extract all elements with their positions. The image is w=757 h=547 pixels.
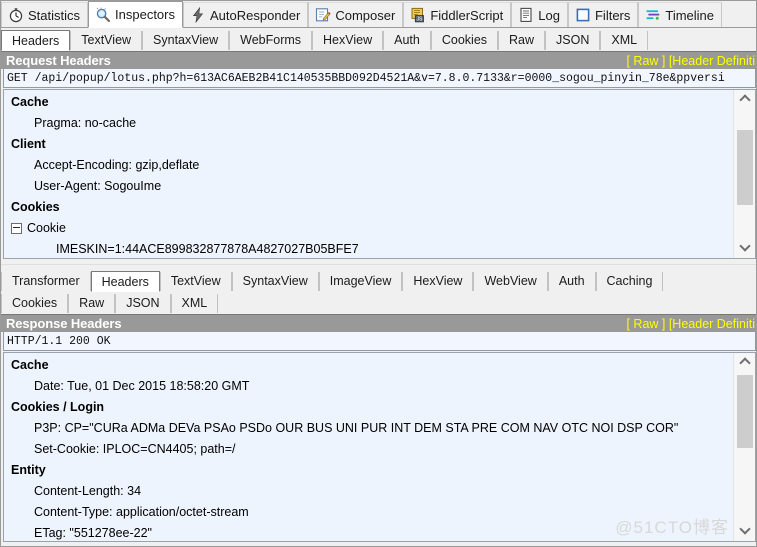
- magnifier-icon: [95, 7, 111, 23]
- header-row[interactable]: Cookie: [9, 218, 732, 239]
- header-row[interactable]: Set-Cookie: IPLOC=CN4405; path=/: [9, 439, 732, 460]
- response-tab-cookies[interactable]: Cookies: [1, 294, 68, 313]
- header-row[interactable]: IMESKIN=1:44ACE899832877878A4827027B05BF…: [9, 239, 732, 258]
- request-tab-auth[interactable]: Auth: [383, 31, 431, 50]
- main-tab-statistics[interactable]: Statistics: [1, 2, 88, 27]
- request-tab-cookies[interactable]: Cookies: [431, 31, 498, 50]
- panel-splitter[interactable]: [1, 263, 757, 268]
- request-tab-syntaxview[interactable]: SyntaxView: [142, 31, 229, 50]
- request-tab-headers[interactable]: Headers: [1, 30, 70, 51]
- main-tab-fiddlerscript[interactable]: JS FiddlerScript: [403, 2, 511, 27]
- response-status-text: HTTP/1.1 200 OK: [7, 335, 111, 348]
- main-tab-label: FiddlerScript: [430, 8, 503, 23]
- header-group-row[interactable]: Cookies: [9, 197, 732, 218]
- request-raw-headerdef-links[interactable]: [ Raw ] [Header Definiti: [626, 54, 755, 68]
- header-group-row[interactable]: Client: [9, 134, 732, 155]
- request-scrollbar-thumb[interactable]: [737, 130, 753, 205]
- request-scroll-up-button[interactable]: [734, 90, 756, 109]
- request-tab-json[interactable]: JSON: [545, 31, 600, 50]
- header-row[interactable]: User-Agent: SogouIme: [9, 176, 732, 197]
- header-row[interactable]: Date: Tue, 01 Dec 2015 18:58:20 GMT: [9, 376, 732, 397]
- request-scroll-down-button[interactable]: [734, 239, 756, 258]
- chevron-up-icon: [741, 95, 750, 104]
- main-tab-label: Filters: [595, 8, 630, 23]
- header-row[interactable]: Pragma: no-cache: [9, 113, 732, 134]
- response-status-field[interactable]: HTTP/1.1 200 OK: [3, 332, 756, 351]
- response-tab-raw[interactable]: Raw: [68, 294, 115, 313]
- main-tab-label: Inspectors: [115, 7, 175, 22]
- response-tab-json[interactable]: JSON: [115, 294, 170, 313]
- header-group-row[interactable]: Entity: [9, 460, 732, 481]
- main-tab-log[interactable]: Log: [511, 2, 568, 27]
- response-headers-band: Response Headers [ Raw ] [Header Definit…: [1, 314, 757, 332]
- header-row[interactable]: Accept-Encoding: gzip,deflate: [9, 155, 732, 176]
- header-row[interactable]: Content-Length: 34: [9, 481, 732, 502]
- main-tabstrip: Statistics Inspectors AutoResponder Compose…: [1, 1, 757, 28]
- lightning-bolt-icon: [190, 7, 206, 23]
- response-tab-headers[interactable]: Headers: [91, 271, 160, 292]
- response-tab-transformer[interactable]: Transformer: [1, 272, 91, 291]
- request-tab-raw[interactable]: Raw: [498, 31, 545, 50]
- main-tab-label: Composer: [335, 8, 395, 23]
- main-tab-filters[interactable]: Filters: [568, 2, 638, 27]
- header-group-row[interactable]: Cookies / Login: [9, 397, 732, 418]
- timeline-icon: [645, 7, 661, 23]
- response-tab-textview[interactable]: TextView: [160, 272, 232, 291]
- response-inspector-tabstrip-row2: CookiesRawJSONXML: [1, 291, 757, 313]
- main-tab-timeline[interactable]: Timeline: [638, 2, 722, 27]
- request-headers-tree[interactable]: CachePragma: no-cacheClientAccept-Encodi…: [3, 89, 756, 259]
- main-tab-composer[interactable]: Composer: [308, 2, 403, 27]
- response-tab-xml[interactable]: XML: [171, 294, 219, 313]
- svg-text:JS: JS: [417, 16, 424, 22]
- chevron-up-icon: [741, 358, 750, 367]
- response-headers-tree[interactable]: CacheDate: Tue, 01 Dec 2015 18:58:20 GMT…: [3, 352, 756, 542]
- compose-pencil-icon: [315, 7, 331, 23]
- main-tab-autoresponder[interactable]: AutoResponder: [183, 2, 308, 27]
- request-tab-xml[interactable]: XML: [600, 31, 648, 50]
- main-tab-label: Timeline: [665, 8, 714, 23]
- chevron-down-icon: [741, 527, 750, 536]
- response-scroll-up-button[interactable]: [734, 353, 756, 372]
- chevron-down-icon: [741, 244, 750, 253]
- filter-square-icon: [575, 7, 591, 23]
- request-tab-hexview[interactable]: HexView: [312, 31, 383, 50]
- collapse-expander-icon[interactable]: [11, 223, 22, 234]
- stopwatch-icon: [8, 7, 24, 23]
- main-tab-inspectors[interactable]: Inspectors: [88, 1, 183, 28]
- response-tab-auth[interactable]: Auth: [548, 272, 596, 291]
- header-row[interactable]: P3P: CP="CURa ADMa DEVa PSAo PSDo OUR BU…: [9, 418, 732, 439]
- request-vertical-scrollbar[interactable]: [733, 90, 755, 258]
- request-tab-textview[interactable]: TextView: [70, 31, 142, 50]
- request-tab-webforms[interactable]: WebForms: [229, 31, 312, 50]
- header-row[interactable]: ETag: "551278ee-22": [9, 523, 732, 541]
- request-line-field[interactable]: GET /api/popup/lotus.php?h=613AC6AEB2B41…: [3, 69, 756, 88]
- response-tab-syntaxview[interactable]: SyntaxView: [232, 272, 319, 291]
- log-list-icon: [518, 7, 534, 23]
- header-row[interactable]: Content-Type: application/octet-stream: [9, 502, 732, 523]
- response-inspector-tabstrip-row1: TransformerHeadersTextViewSyntaxViewImag…: [1, 269, 757, 291]
- response-raw-headerdef-links[interactable]: [ Raw ] [Header Definiti: [626, 317, 755, 331]
- response-tab-imageview[interactable]: ImageView: [319, 272, 403, 291]
- header-group-row[interactable]: Cache: [9, 355, 732, 376]
- request-line-text: GET /api/popup/lotus.php?h=613AC6AEB2B41…: [7, 72, 725, 85]
- main-tab-label: Statistics: [28, 8, 80, 23]
- response-scroll-down-button[interactable]: [734, 522, 756, 541]
- request-panel: Request Headers [ Raw ] [Header Definiti…: [1, 51, 757, 263]
- main-tab-label: Log: [538, 8, 560, 23]
- response-tab-caching[interactable]: Caching: [596, 272, 664, 291]
- response-vertical-scrollbar[interactable]: [733, 353, 755, 541]
- js-script-icon: JS: [410, 7, 426, 23]
- request-inspector-tabstrip: HeadersTextViewSyntaxViewWebFormsHexView…: [1, 28, 757, 50]
- main-tab-label: AutoResponder: [210, 8, 300, 23]
- response-headers-title: Response Headers: [6, 316, 121, 331]
- response-scrollbar-thumb[interactable]: [737, 375, 753, 448]
- header-group-row[interactable]: Cache: [9, 92, 732, 113]
- request-headers-band: Request Headers [ Raw ] [Header Definiti: [1, 51, 757, 69]
- fiddler-inspectors-window: Statistics Inspectors AutoResponder Compose…: [0, 0, 757, 547]
- response-tab-hexview[interactable]: HexView: [402, 272, 473, 291]
- response-panel: Response Headers [ Raw ] [Header Definit…: [1, 314, 757, 546]
- request-headers-title: Request Headers: [6, 53, 111, 68]
- header-row-label: Cookie: [27, 218, 66, 239]
- response-tab-webview[interactable]: WebView: [473, 272, 547, 291]
